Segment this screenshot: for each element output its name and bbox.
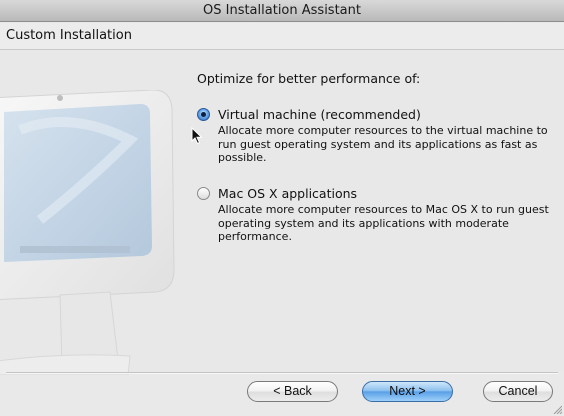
window-title: OS Installation Assistant — [203, 3, 361, 18]
next-button[interactable]: Next > — [362, 381, 453, 402]
option-virtual-machine-label[interactable]: Virtual machine (recommended) — [218, 107, 421, 122]
radio-virtual-machine[interactable] — [197, 108, 210, 121]
title-bar: OS Installation Assistant — [0, 0, 564, 22]
back-button[interactable]: < Back — [247, 381, 338, 402]
footer-divider — [6, 372, 558, 374]
content-area: Optimize for better performance of: Virt… — [0, 50, 564, 375]
radio-mac-os-x-applications[interactable] — [197, 187, 210, 200]
arrow-cursor-icon — [191, 127, 203, 145]
imac-illustration-icon — [0, 90, 175, 375]
option-virtual-machine-description: Allocate more computer resources to the … — [218, 124, 548, 164]
step-header: Custom Installation — [0, 23, 564, 50]
performance-prompt: Optimize for better performance of: — [197, 71, 421, 86]
step-title: Custom Installation — [6, 28, 132, 43]
option-mac-os-x-applications-label[interactable]: Mac OS X applications — [218, 186, 357, 201]
resize-grip-icon[interactable] — [552, 404, 562, 414]
installer-window: OS Installation Assistant Custom Install… — [0, 0, 564, 416]
cancel-button[interactable]: Cancel — [483, 381, 553, 402]
option-mac-os-x-applications-description: Allocate more computer resources to Mac … — [218, 203, 549, 243]
